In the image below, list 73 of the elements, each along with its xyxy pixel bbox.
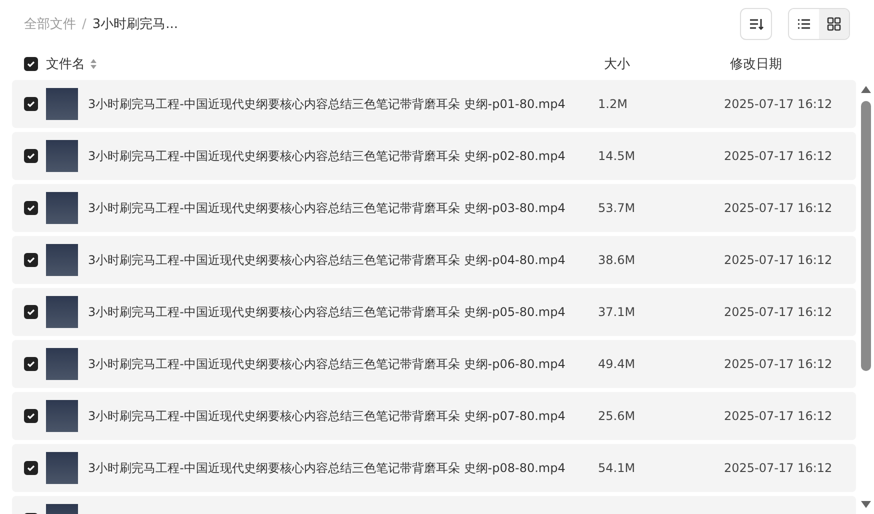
video-thumbnail-placeholder — [46, 452, 78, 484]
file-name[interactable]: 3小时刷完马工程-中国近现代史纲要核心内容总结三色笔记带背磨耳朵 史纲-p03-80.mp4 — [88, 200, 598, 216]
modified-date: 2025-07-17 16:12 — [724, 357, 832, 371]
file-row[interactable]: 3小时刷完马工程-中国近现代史纲要核心内容总结三色笔记带背磨耳朵 史纲-p04-80.mp4 38.6M 2025-07-17 16:12 — [12, 236, 856, 284]
modified-date: 2025-07-17 16:12 — [724, 97, 832, 111]
file-row[interactable]: 3小时刷完马工程-中国近现代史纲要核心内容总结三色笔记带背磨耳朵 史纲-p05-80.mp4 37.1M 2025-07-17 16:12 — [12, 288, 856, 336]
column-header: 大小 — [604, 56, 630, 73]
file-size: 54.1M — [598, 461, 636, 475]
file-name[interactable]: 3小时刷完马工程-中国近现代史纲要核心内容总结三色笔记带背磨耳朵 史纲-p04-80.mp4 — [88, 252, 598, 268]
row-checkbox[interactable] — [24, 201, 38, 215]
grid-icon — [827, 17, 841, 31]
scrollbar-thumb[interactable] — [861, 101, 871, 371]
video-thumbnail-placeholder — [46, 348, 78, 380]
check-icon — [26, 203, 36, 213]
file-size: 37.1M — [598, 305, 636, 319]
file-name[interactable]: 3小时刷完马工程-中国近现代史纲要核心内容总结三色笔记带背磨耳朵 史纲-p06-80.mp4 — [88, 356, 598, 372]
file-row[interactable]: 3小时刷完马工程-中国近现代史纲要核心内容总结三色笔记带背磨耳朵 史纲-p01-80.mp4 1.2M 2025-07-17 16:12 — [12, 80, 856, 128]
breadcrumb-separator: / — [82, 16, 86, 32]
video-thumbnail-placeholder — [46, 88, 78, 120]
check-icon — [26, 411, 36, 421]
breadcrumb-item: 3小时刷完马... — [92, 16, 178, 33]
row-checkbox[interactable] — [24, 305, 38, 319]
file-size: 53.7M — [598, 201, 636, 215]
grid-view-button[interactable] — [819, 9, 849, 39]
file-name[interactable]: 3小时刷完马工程-中国近现代史纲要核心内容总结三色笔记带背磨耳朵 史纲-p05-80.mp4 — [88, 304, 598, 320]
row-checkbox[interactable] — [24, 357, 38, 371]
file-size: 1.2M — [598, 97, 628, 111]
video-thumbnail-placeholder — [46, 244, 78, 276]
scrollbar[interactable] — [859, 86, 873, 508]
file-name[interactable]: 3小时刷完马工程-中国近现代史纲要核心内容总结三色笔记带背磨耳朵 史纲-p07-80.mp4 — [88, 408, 598, 424]
file-row[interactable]: 3小时刷完马工程-中国近现代史纲要核心内容总结三色笔记带背磨耳朵 史纲-p08-80.mp4 54.1M 2025-07-17 16:12 — [12, 444, 856, 492]
file-row[interactable]: 3小时刷完马工程-中国近现代史纲要核心内容总结三色笔记带背磨耳朵 史纲-p06-80.mp4 49.4M 2025-07-17 16:12 — [12, 340, 856, 388]
file-size: 38.6M — [598, 253, 636, 267]
column-header: 修改日期 — [730, 56, 782, 73]
sort-icon — [748, 16, 764, 32]
sort-arrows-icon[interactable] — [90, 58, 97, 70]
sort-button[interactable] — [740, 8, 772, 40]
row-checkbox[interactable] — [24, 409, 38, 423]
video-thumbnail-placeholder — [46, 140, 78, 172]
row-checkbox[interactable] — [24, 461, 38, 475]
scroll-up-icon[interactable] — [861, 86, 871, 93]
check-icon — [26, 359, 36, 369]
modified-date: 2025-07-17 16:12 — [724, 149, 832, 163]
modified-date: 2025-07-17 16:12 — [724, 461, 832, 475]
video-thumbnail-placeholder — [46, 400, 78, 432]
modified-date: 2025-07-17 16:12 — [724, 305, 832, 319]
check-icon — [26, 151, 36, 161]
row-checkbox[interactable] — [24, 253, 38, 267]
check-icon — [26, 255, 36, 265]
select-all-checkbox[interactable] — [24, 57, 38, 71]
video-thumbnail-placeholder — [46, 192, 78, 224]
file-name[interactable]: 3小时刷完马工程-中国近现代史纲要核心内容总结三色笔记带背磨耳朵 史纲-p02-80.mp4 — [88, 148, 598, 164]
file-row[interactable]: 3小时刷完马工程-中国近现代史纲要核心内容总结三色笔记带背磨耳朵 史纲-p03-80.mp4 53.7M 2025-07-17 16:12 — [12, 184, 856, 232]
file-size: 14.5M — [598, 149, 636, 163]
row-checkbox[interactable] — [24, 149, 38, 163]
modified-date: 2025-07-17 16:12 — [724, 253, 832, 267]
file-row[interactable]: 3小时刷完马工程-中国近现代史纲要核心内容总结三色笔记带背磨耳朵 史纲-p07-80.mp4 25.6M 2025-07-17 16:12 — [12, 392, 856, 440]
file-size: 25.6M — [598, 409, 636, 423]
check-icon — [26, 307, 36, 317]
modified-date: 2025-07-17 16:12 — [724, 201, 832, 215]
column-header: 文件名 — [46, 56, 85, 73]
list-icon — [797, 17, 811, 31]
modified-date: 2025-07-17 16:12 — [724, 409, 832, 423]
row-checkbox[interactable] — [24, 97, 38, 111]
file-size: 49.4M — [598, 357, 636, 371]
file-name[interactable]: 3小时刷完马工程-中国近现代史纲要核心内容总结三色笔记带背磨耳朵 史纲-p08-80.mp4 — [88, 460, 598, 476]
check-icon — [26, 59, 36, 69]
video-thumbnail-placeholder — [46, 296, 78, 328]
file-row[interactable]: 3小时刷完马工程-中国近现代史纲要核心内容总结三色笔记带背磨耳朵 史纲-p02-80.mp4 14.5M 2025-07-17 16:12 — [12, 132, 856, 180]
check-icon — [26, 463, 36, 473]
scroll-down-icon[interactable] — [861, 501, 871, 508]
file-name[interactable]: 3小时刷完马工程-中国近现代史纲要核心内容总结三色笔记带背磨耳朵 史纲-p01-80.mp4 — [88, 96, 598, 112]
check-icon — [26, 99, 36, 109]
